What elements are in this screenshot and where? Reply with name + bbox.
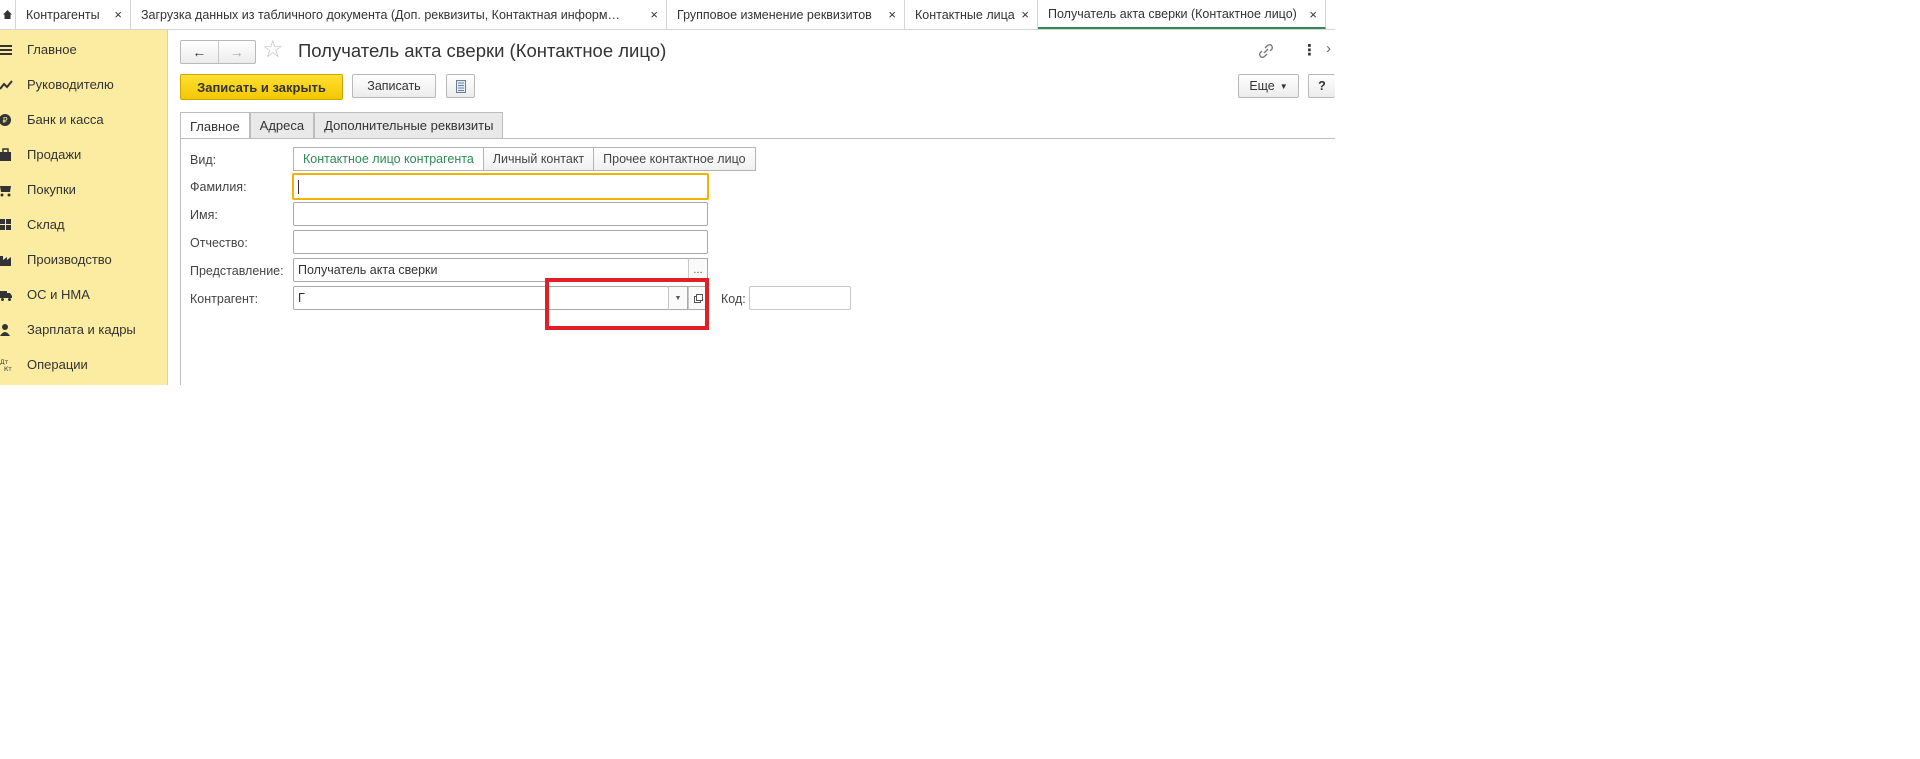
page-title: Получатель акта сверки (Контактное лицо) bbox=[298, 40, 667, 61]
save-and-close-button[interactable]: Записать и закрыть bbox=[180, 74, 343, 100]
tab-label: Групповое изменение реквизитов bbox=[677, 7, 872, 22]
lastname-label: Фамилия: bbox=[190, 180, 247, 194]
report-button[interactable] bbox=[446, 74, 475, 98]
annotation-highlight-box bbox=[545, 278, 709, 330]
tab-divider bbox=[180, 138, 1335, 139]
close-icon[interactable]: × bbox=[888, 7, 896, 22]
tab-recipient-act[interactable]: Получатель акта сверки (Контактное лицо)… bbox=[1038, 0, 1326, 29]
sidebar-item-label: Покупки bbox=[27, 182, 76, 197]
tab-kontragenty[interactable]: Контрагенты × bbox=[16, 0, 131, 29]
sidebar-item-label: Главное bbox=[27, 42, 77, 57]
chevron-right-icon[interactable]: › bbox=[1326, 40, 1331, 57]
favorite-star-icon[interactable]: ☆ bbox=[262, 38, 284, 62]
sidebar-item-manager[interactable]: Руководителю bbox=[0, 70, 167, 100]
nav-buttons: ← → bbox=[180, 40, 256, 64]
tab-contact-persons[interactable]: Контактные лица × bbox=[905, 0, 1038, 29]
tab-additional-props[interactable]: Дополнительные реквизиты bbox=[314, 112, 504, 138]
sidebar: Главное Руководителю ₽ Банк и касса Прод… bbox=[0, 30, 168, 385]
sidebar-item-label: Склад bbox=[27, 217, 65, 232]
sidebar-item-salary[interactable]: Зарплата и кадры bbox=[0, 315, 167, 345]
code-field[interactable] bbox=[749, 286, 851, 310]
factory-icon bbox=[0, 256, 11, 266]
close-icon[interactable]: × bbox=[114, 7, 122, 22]
tab-group-change[interactable]: Групповое изменение реквизитов × bbox=[667, 0, 905, 29]
sidebar-item-label: Банк и касса bbox=[27, 112, 104, 127]
code-label: Код: bbox=[721, 292, 746, 306]
counterparty-value: Г bbox=[298, 291, 305, 305]
link-icon[interactable] bbox=[1258, 43, 1274, 59]
tab-label: Получатель акта сверки (Контактное лицо) bbox=[1048, 6, 1297, 21]
form-tabs: Главное Адреса Дополнительные реквизиты bbox=[180, 112, 504, 139]
save-button[interactable]: Записать bbox=[352, 74, 436, 98]
kind-label: Вид: bbox=[190, 153, 217, 167]
tab-label: Контактные лица bbox=[915, 7, 1015, 22]
document-icon bbox=[455, 79, 466, 93]
kind-option-personal-contact[interactable]: Личный контакт bbox=[483, 147, 595, 171]
sidebar-item-fixed-assets[interactable]: ОС и НМА bbox=[0, 280, 167, 310]
person-icon bbox=[0, 324, 10, 336]
kind-switch: Контактное лицо контрагента Личный конта… bbox=[293, 147, 756, 171]
chart-trend-icon bbox=[0, 80, 13, 90]
sidebar-item-purchases[interactable]: Покупки bbox=[0, 175, 167, 205]
middlename-label: Отчество: bbox=[190, 236, 248, 250]
more-vertical-icon[interactable]: ⋮ bbox=[1302, 41, 1317, 59]
sidebar-item-warehouse[interactable]: Склад bbox=[0, 210, 167, 240]
close-icon[interactable]: × bbox=[650, 7, 658, 22]
close-icon[interactable]: × bbox=[1021, 7, 1029, 22]
tab-label: Контрагенты bbox=[26, 7, 100, 22]
firstname-label: Имя: bbox=[190, 208, 218, 222]
firstname-field[interactable] bbox=[293, 202, 708, 226]
app-window: Контрагенты × Загрузка данных из табличн… bbox=[0, 0, 1335, 385]
tab-bar: Контрагенты × Загрузка данных из табличн… bbox=[0, 0, 1335, 30]
sidebar-item-label: Операции bbox=[27, 357, 88, 372]
tab-label: Загрузка данных из табличного документа … bbox=[141, 7, 620, 22]
text-caret bbox=[298, 179, 299, 194]
counterparty-label: Контрагент: bbox=[190, 292, 259, 306]
lastname-field[interactable] bbox=[292, 173, 709, 200]
back-arrow-icon[interactable]: ← bbox=[181, 41, 218, 63]
shopping-bag-icon bbox=[0, 148, 11, 161]
sidebar-item-main[interactable]: Главное bbox=[0, 35, 167, 65]
more-label: Еще bbox=[1249, 79, 1275, 93]
svg-text:Кт: Кт bbox=[4, 366, 12, 372]
cart-icon bbox=[0, 186, 11, 197]
tab-zagruzka[interactable]: Загрузка данных из табличного документа … bbox=[131, 0, 667, 29]
middlename-field[interactable] bbox=[293, 230, 708, 254]
sidebar-item-bank[interactable]: ₽ Банк и касса bbox=[0, 105, 167, 135]
dt-kt-icon: ДтКт bbox=[0, 359, 12, 372]
sidebar-item-production[interactable]: Производство bbox=[0, 245, 167, 275]
sidebar-item-label: Продажи bbox=[27, 147, 82, 162]
home-tab[interactable] bbox=[0, 0, 16, 29]
form-area: ← → ☆ Получатель акта сверки (Контактное… bbox=[168, 30, 1335, 385]
close-icon[interactable]: × bbox=[1309, 7, 1317, 22]
kind-option-other-contact[interactable]: Прочее контактное лицо bbox=[594, 147, 756, 171]
tab-main[interactable]: Главное bbox=[180, 112, 250, 139]
grid-icon bbox=[0, 219, 11, 230]
dropdown-caret-icon: ▼ bbox=[1279, 81, 1288, 91]
presentation-value: Получатель акта сверки bbox=[298, 263, 438, 277]
svg-text:₽: ₽ bbox=[3, 116, 8, 125]
ruble-coin-icon: ₽ bbox=[0, 114, 11, 126]
svg-text:Дт: Дт bbox=[0, 359, 9, 366]
presentation-label: Представление: bbox=[190, 264, 284, 278]
sidebar-item-label: Зарплата и кадры bbox=[27, 322, 136, 337]
truck-icon bbox=[0, 291, 12, 301]
sidebar-item-sales[interactable]: Продажи bbox=[0, 140, 167, 170]
kind-option-counterparty-contact[interactable]: Контактное лицо контрагента bbox=[293, 147, 484, 171]
panel-border bbox=[180, 138, 181, 385]
help-button[interactable]: ? bbox=[1308, 74, 1335, 98]
sidebar-item-label: ОС и НМА bbox=[27, 287, 90, 302]
sidebar-item-label: Руководителю bbox=[27, 77, 114, 92]
sidebar-item-operations[interactable]: Дт Кт Операции bbox=[0, 350, 167, 380]
more-dropdown-button[interactable]: Еще ▼ bbox=[1238, 74, 1299, 98]
forward-arrow-icon[interactable]: → bbox=[217, 41, 256, 63]
sidebar-item-label: Производство bbox=[27, 252, 112, 267]
menu-icon bbox=[0, 45, 12, 55]
tab-addresses[interactable]: Адреса bbox=[249, 112, 315, 138]
home-icon bbox=[3, 10, 12, 19]
